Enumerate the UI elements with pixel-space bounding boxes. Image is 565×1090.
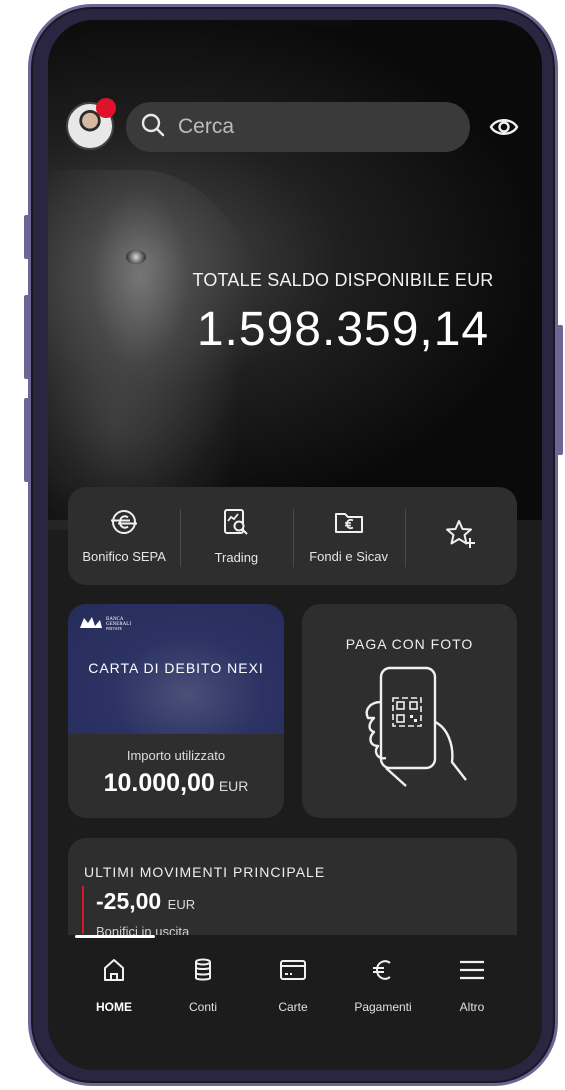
search-placeholder: Cerca (178, 115, 235, 138)
debit-card-widget[interactable]: BANCA GENERALI PRIVATE CARTA DI DEBITO N… (68, 604, 284, 818)
euro-transfer-icon (108, 508, 140, 541)
bonifico-sepa-button[interactable]: Bonifico SEPA (68, 501, 180, 571)
used-amount-currency: EUR (218, 778, 249, 794)
used-amount-label: Importo utilizzato (126, 748, 226, 763)
bottom-tab-bar: HOME Conti Carte Pagamenti Altro (48, 935, 542, 1070)
notification-badge (96, 98, 116, 118)
side-button-volume-up (24, 295, 30, 379)
phone-qr-hand-icon (356, 662, 468, 797)
debit-card-title: CARTA DI DEBITO NEXI (88, 660, 264, 676)
app-screen: Cerca TOTALE SALDO DISPONIBILE EUR 1.598… (48, 20, 542, 1070)
movement-amount-currency: EUR (167, 897, 196, 912)
side-button-volume-down (24, 398, 30, 482)
balance-label: TOTALE SALDO DISPONIBILE EUR (192, 270, 494, 290)
latest-movements-widget[interactable]: ULTIMI MOVIMENTI PRINCIPALE -25,00 EUR B… (68, 838, 517, 948)
star-add-icon (444, 518, 478, 555)
trading-label: Trading (214, 550, 259, 565)
tab-home-label: HOME (96, 1000, 132, 1014)
movement-outgoing-indicator (82, 886, 84, 934)
euro-folder-icon (333, 508, 365, 541)
home-icon (101, 957, 127, 988)
tab-altro-label: Altro (459, 1000, 485, 1014)
euro-icon (370, 957, 396, 988)
bank-logo: BANCA GENERALI PRIVATE (78, 614, 138, 637)
trading-button[interactable]: Trading (180, 501, 292, 571)
tab-home[interactable]: HOME (69, 957, 159, 1014)
used-amount: 10.000,00 EUR (68, 769, 284, 798)
add-favorite-button[interactable] (404, 501, 517, 571)
debit-card-image: BANCA GENERALI PRIVATE CARTA DI DEBITO N… (68, 604, 284, 734)
tab-conti-label: Conti (188, 1000, 217, 1014)
tab-conti[interactable]: Conti (158, 957, 248, 1014)
menu-icon (458, 957, 486, 988)
fondi-sicav-button[interactable]: Fondi e Sicav (292, 501, 405, 571)
eye-icon[interactable] (489, 114, 519, 140)
side-button-mute (24, 215, 30, 259)
tab-altro[interactable]: Altro (427, 957, 517, 1014)
search-input[interactable]: Cerca (126, 102, 470, 152)
side-button-power (557, 325, 563, 455)
database-icon (190, 957, 216, 988)
movement-amount-value: -25,00 (96, 888, 162, 914)
lion-eye (126, 250, 146, 264)
balance-value: 1.598.359,14 (196, 303, 490, 356)
movement-amount: -25,00 EUR (96, 888, 195, 915)
chart-search-icon (221, 507, 251, 542)
bonifico-sepa-label: Bonifico SEPA (82, 549, 166, 564)
card-icon (279, 957, 307, 988)
tab-carte-label: Carte (278, 1000, 308, 1014)
fondi-sicav-label: Fondi e Sicav (309, 549, 388, 564)
svg-text:PRIVATE: PRIVATE (106, 626, 122, 631)
movements-title: ULTIMI MOVIMENTI PRINCIPALE (84, 864, 326, 880)
tab-pagamenti-label: Pagamenti (354, 1000, 412, 1014)
search-icon (140, 112, 166, 143)
tab-pagamenti[interactable]: Pagamenti (338, 957, 428, 1014)
active-tab-indicator (75, 935, 155, 938)
camera-notch (253, 20, 353, 28)
quick-actions-bar: Bonifico SEPA Trading Fondi e Sicav (68, 487, 517, 585)
tab-carte[interactable]: Carte (248, 957, 338, 1014)
pay-with-photo-widget[interactable]: PAGA CON FOTO (302, 604, 517, 818)
used-amount-value: 10.000,00 (103, 769, 215, 797)
pay-with-photo-title: PAGA CON FOTO (345, 636, 474, 652)
